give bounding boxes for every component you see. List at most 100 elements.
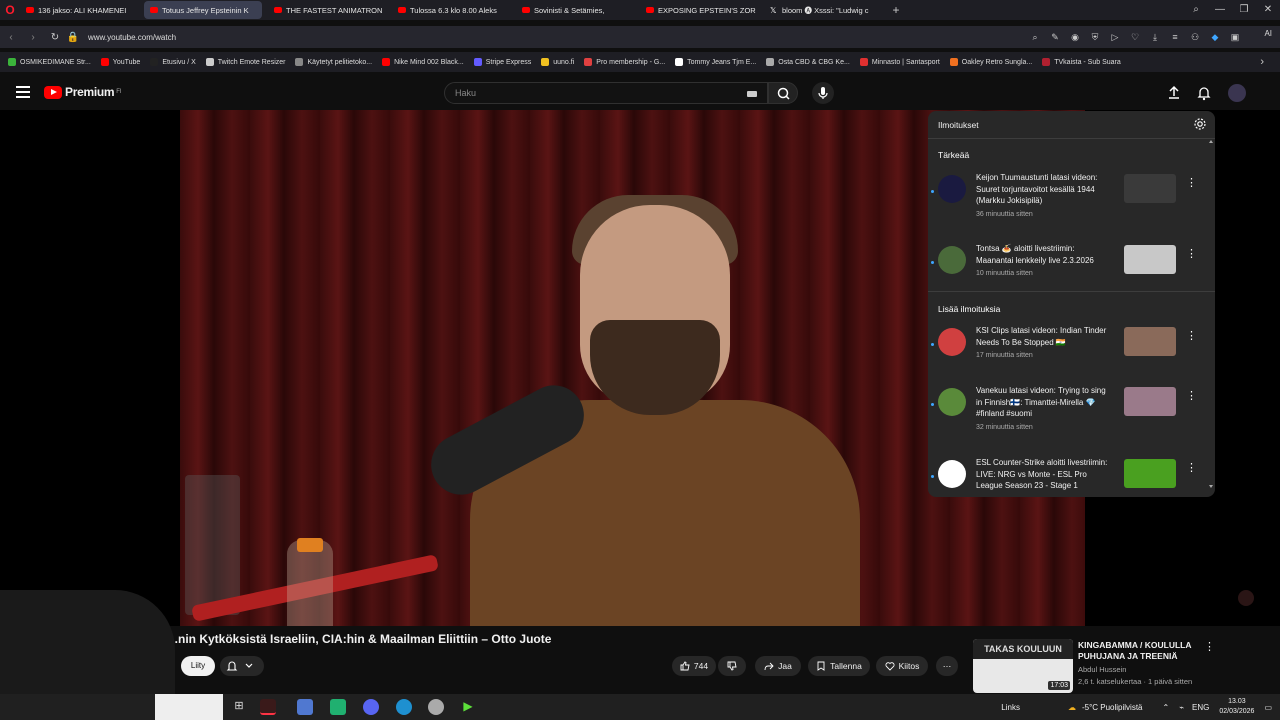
- notification-more-button[interactable]: ⋮: [1186, 389, 1197, 402]
- opera-taskbar-icon[interactable]: [260, 699, 276, 715]
- dislike-button[interactable]: [718, 656, 746, 676]
- weather-text[interactable]: -5°C Puolipilvistä: [1082, 703, 1143, 712]
- channel-avatar[interactable]: [938, 460, 966, 488]
- search-button[interactable]: [768, 82, 798, 104]
- notification-item[interactable]: Vanekuu latasi videon: Trying to sing in…: [928, 385, 1215, 445]
- language-indicator[interactable]: ENG: [1192, 703, 1209, 712]
- search-tabs-icon[interactable]: ⌕: [1184, 0, 1208, 20]
- download-icon[interactable]: ⤓: [1148, 32, 1162, 43]
- play-icon[interactable]: ▷: [1108, 32, 1122, 43]
- bookmark-item[interactable]: Käytetyt pelitietoko...: [295, 58, 372, 66]
- extension-icon[interactable]: ◆: [1208, 32, 1222, 43]
- forward-button[interactable]: ›: [22, 32, 44, 43]
- minimize-button[interactable]: —: [1208, 0, 1232, 20]
- list-icon[interactable]: ≡: [1168, 32, 1182, 42]
- links-label[interactable]: Links: [1001, 703, 1020, 712]
- discord-taskbar-icon[interactable]: [363, 699, 379, 715]
- channel-watermark-icon[interactable]: [1238, 590, 1254, 606]
- account-avatar[interactable]: [1228, 84, 1246, 102]
- notification-more-button[interactable]: ⋮: [1186, 461, 1197, 474]
- bookmark-item[interactable]: Twitch Emote Resizer: [205, 58, 285, 66]
- browser-tab[interactable]: THE FASTEST ANIMATRON: [268, 1, 386, 19]
- notification-item[interactable]: Tontsa 🍝 aloitti livestriimin: Maanantai…: [928, 243, 1215, 303]
- edge-taskbar-icon[interactable]: [396, 699, 412, 715]
- bookmarks-overflow-icon[interactable]: ›: [1260, 56, 1264, 68]
- notifications-bell-icon[interactable]: [1196, 85, 1212, 101]
- bookmark-item[interactable]: Osta CBD & CBG Ke...: [766, 58, 850, 66]
- play-taskbar-icon[interactable]: ▶: [460, 699, 476, 715]
- close-window-button[interactable]: ✕: [1256, 0, 1280, 20]
- join-button[interactable]: Liity: [181, 656, 215, 676]
- edit-icon[interactable]: ✎: [1048, 32, 1062, 43]
- search-box[interactable]: Haku: [444, 82, 768, 104]
- maximize-button[interactable]: ❐: [1232, 0, 1256, 20]
- notification-thumbnail[interactable]: [1124, 245, 1176, 274]
- notification-more-button[interactable]: ⋮: [1186, 329, 1197, 342]
- notification-thumbnail[interactable]: [1124, 387, 1176, 416]
- notification-item[interactable]: Keijon Tuumaustunti latasi videon: Suure…: [928, 172, 1215, 232]
- steam-taskbar-icon[interactable]: [428, 699, 444, 715]
- new-tab-button[interactable]: +: [888, 3, 904, 17]
- notification-thumbnail[interactable]: [1124, 459, 1176, 488]
- more-actions-button[interactable]: ⋯: [936, 656, 958, 676]
- shield-icon[interactable]: ⛨: [1088, 32, 1102, 43]
- bookmark-item[interactable]: Stripe Express: [473, 58, 531, 66]
- settings-gear-icon[interactable]: [1193, 117, 1207, 131]
- browser-tab[interactable]: 𝕏bloom 🅐 Xsssi: "Ludwig c: [764, 1, 882, 19]
- recommended-more-button[interactable]: ⋮: [1204, 640, 1215, 653]
- share-button[interactable]: Jaa: [755, 656, 801, 676]
- thanks-button[interactable]: Kiitos: [876, 656, 928, 676]
- figma-taskbar-icon[interactable]: [297, 699, 313, 715]
- bookmark-item[interactable]: TVkaista - Sub Suara: [1042, 58, 1121, 66]
- bookmark-item[interactable]: OSMIKEDIMANE Str...: [8, 58, 91, 66]
- browser-tab[interactable]: 136 jakso: ALI KHAMENEI: [20, 1, 138, 19]
- subscribed-button[interactable]: [220, 656, 264, 676]
- recommended-channel[interactable]: Abdul Hussein: [1078, 665, 1126, 674]
- browser-tab[interactable]: Sovinisti & Setämies,: [516, 1, 634, 19]
- browser-tab[interactable]: Tulossa 6.3 klo 8.00 Aleks: [392, 1, 510, 19]
- bookmark-item[interactable]: Pro membership - G...: [584, 58, 665, 66]
- notification-thumbnail[interactable]: [1124, 327, 1176, 356]
- cube-icon[interactable]: ▣: [1228, 32, 1242, 43]
- bookmark-item[interactable]: Minnasto | Santasport: [859, 58, 940, 66]
- heart-icon[interactable]: ♡: [1128, 32, 1142, 43]
- like-button[interactable]: 744: [672, 656, 716, 676]
- browser-tab[interactable]: Totuus Jeffrey Epsteinin K: [144, 1, 262, 19]
- network-icon[interactable]: ⌁: [1179, 703, 1184, 712]
- notification-more-button[interactable]: ⋮: [1186, 176, 1197, 189]
- youtube-premium-logo[interactable]: Premium FI: [44, 85, 122, 99]
- tray-chevron-icon[interactable]: ⌃: [1163, 703, 1170, 712]
- notification-item[interactable]: KSI Clips latasi videon: Indian Tinder N…: [928, 325, 1215, 385]
- notifications-scrollbar[interactable]: [1209, 139, 1213, 489]
- bookmark-item[interactable]: Etusivu / X: [150, 58, 196, 66]
- channel-avatar[interactable]: [938, 175, 966, 203]
- bookmark-item[interactable]: Tommy Jeans Tjm E...: [675, 58, 756, 66]
- keyboard-icon[interactable]: [747, 91, 757, 97]
- voice-search-button[interactable]: [812, 82, 834, 104]
- clock[interactable]: 13.03 02/03/2026: [1219, 697, 1254, 717]
- recommended-video-thumbnail[interactable]: TAKAS KOULUUN 17:03: [973, 639, 1073, 693]
- upload-icon[interactable]: [1166, 85, 1182, 101]
- task-view-icon[interactable]: ⊞: [231, 699, 247, 715]
- bookmark-item[interactable]: Nike Mind 002 Black...: [382, 58, 464, 66]
- bookmark-item[interactable]: Oakley Retro Sungla...: [949, 58, 1032, 66]
- zoom-icon[interactable]: ⌕: [1028, 32, 1042, 43]
- notification-thumbnail[interactable]: [1124, 174, 1176, 203]
- bookmark-item[interactable]: YouTube: [100, 58, 140, 66]
- taskbar-search[interactable]: [155, 694, 223, 720]
- menu-icon[interactable]: [16, 86, 30, 98]
- url-field[interactable]: www.youtube.com/watch: [88, 33, 176, 42]
- browser-tab[interactable]: EXPOSING EPSTEIN'S ZOR: [640, 1, 758, 19]
- channel-avatar[interactable]: [938, 388, 966, 416]
- channel-avatar[interactable]: [938, 328, 966, 356]
- reload-button[interactable]: ↻: [44, 32, 66, 43]
- notification-item[interactable]: ESL Counter-Strike aloitti livestriimin:…: [928, 457, 1215, 497]
- recommended-video-title[interactable]: KINGABAMMA / KOULULLA PUHUJANA JA TREENI…: [1078, 640, 1196, 662]
- notification-more-button[interactable]: ⋮: [1186, 247, 1197, 260]
- opera-logo-icon[interactable]: O: [0, 0, 20, 20]
- user-icon[interactable]: ⚇: [1188, 32, 1202, 43]
- camera-icon[interactable]: ◉: [1068, 32, 1082, 43]
- notification-center-icon[interactable]: ▭: [1264, 703, 1272, 712]
- save-button[interactable]: Tallenna: [808, 656, 870, 676]
- search-input[interactable]: Haku: [455, 88, 476, 98]
